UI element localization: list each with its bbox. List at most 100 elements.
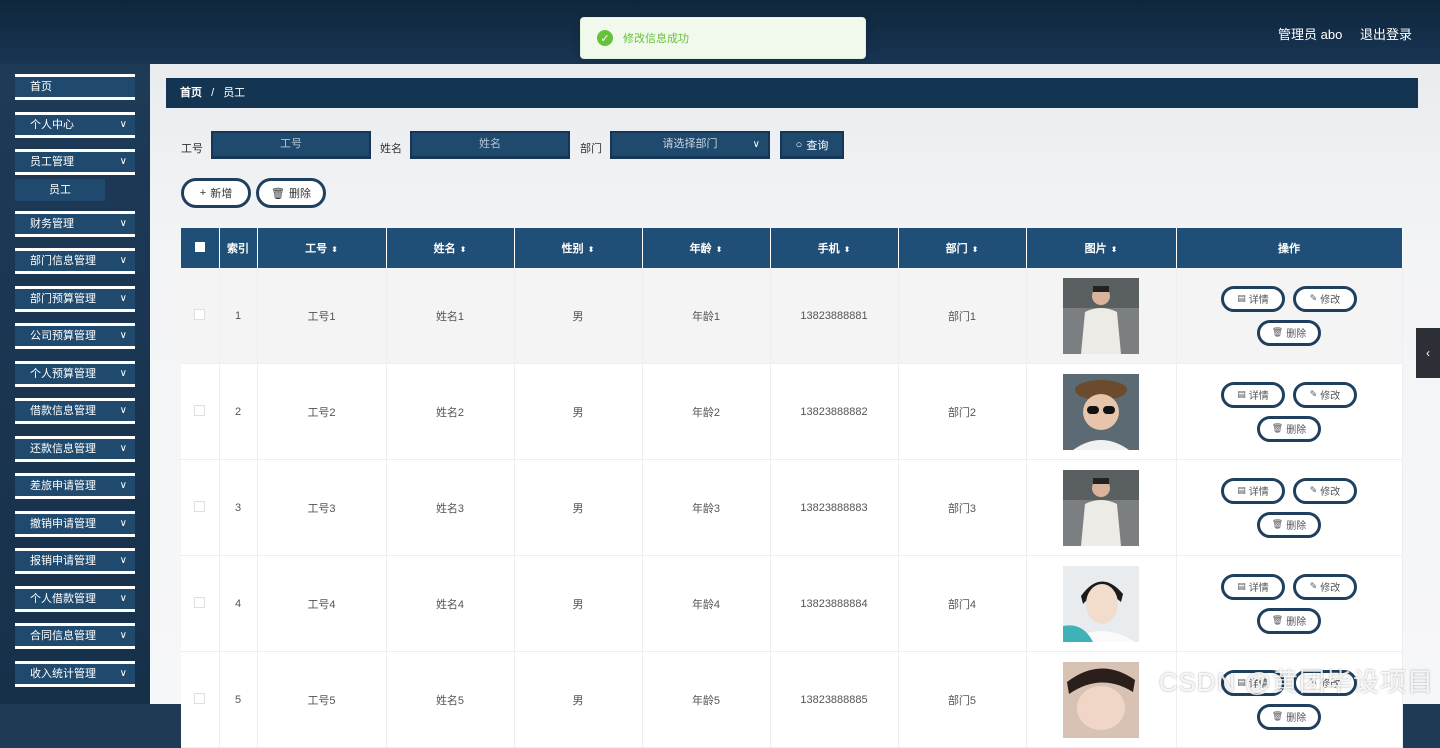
job-no-input[interactable] <box>211 131 371 159</box>
name-field[interactable] <box>412 133 568 156</box>
chevron-down-icon: ∨ <box>119 367 127 379</box>
sort-icon[interactable]: ⬍ <box>460 245 467 254</box>
edit-button[interactable]: ✎ 修改 <box>1293 285 1357 312</box>
row-select-cell[interactable] <box>181 555 220 652</box>
column-header[interactable]: 性别 ⬍ <box>514 228 643 268</box>
sidebar-subitem-employee[interactable]: 员工 <box>15 178 105 201</box>
sidebar-item[interactable]: 借款信息管理 ∨ <box>15 398 135 424</box>
chevron-left-icon: ‹ <box>1426 346 1430 360</box>
column-header[interactable]: 工号 ⬍ <box>257 228 387 268</box>
pencil-icon: ✎ <box>1309 581 1318 591</box>
delete-label: 删除 <box>1286 425 1307 436</box>
row-delete-button[interactable]: 🗑 删除 <box>1257 511 1321 538</box>
job-no-field[interactable] <box>213 133 369 156</box>
column-header[interactable]: 部门 ⬍ <box>898 228 1027 268</box>
collapse-handle[interactable]: ‹ <box>1416 328 1440 378</box>
name-input[interactable] <box>410 131 570 159</box>
cell-dept: 部门5 <box>898 651 1027 748</box>
cell-job-no: 工号2 <box>257 363 387 460</box>
detail-button[interactable]: ▤ 详情 <box>1221 285 1285 312</box>
row-delete-button[interactable]: 🗑 删除 <box>1257 703 1321 730</box>
cell-name: 姓名3 <box>386 459 515 556</box>
sort-icon[interactable]: ⬍ <box>331 245 338 254</box>
pencil-icon: ✎ <box>1309 293 1318 303</box>
detail-button[interactable]: ▤ 详情 <box>1221 477 1285 504</box>
row-checkbox[interactable] <box>194 596 206 608</box>
row-delete-button[interactable]: 🗑 删除 <box>1257 415 1321 442</box>
sidebar-item[interactable]: 部门信息管理 ∨ <box>15 248 135 274</box>
edit-button[interactable]: ✎ 修改 <box>1293 381 1357 408</box>
detail-label: 详情 <box>1248 295 1269 306</box>
chevron-down-icon: ∨ <box>119 630 127 641</box>
bulk-delete-button[interactable]: 🗑 删除 <box>256 178 326 208</box>
row-checkbox[interactable] <box>194 500 206 512</box>
row-checkbox[interactable] <box>194 692 206 704</box>
sidebar-item-label: 个人预算管理 <box>30 367 96 380</box>
sort-icon[interactable]: ⬍ <box>716 245 723 254</box>
table-row[interactable]: 4 工号4 姓名4 男年龄4 13823888884 部门4 ▤ 详情 ✎ 修改 🗑 删除 <box>181 555 1403 652</box>
table-row[interactable]: 3 工号3 姓名3 男年龄3 13823888883 部门3 ▤ 详情 ✎ 修改 🗑 删除 <box>181 459 1403 556</box>
select-all-checkbox[interactable] <box>194 241 205 252</box>
breadcrumb-home[interactable]: 首页 <box>180 87 202 99</box>
sidebar-item[interactable]: 差旅申请管理 ∨ <box>15 473 135 499</box>
edit-button[interactable]: ✎ 修改 <box>1293 477 1357 504</box>
pencil-icon: ✎ <box>1309 389 1318 399</box>
add-button[interactable]: + 新增 <box>181 178 251 208</box>
row-select-cell[interactable] <box>181 363 220 460</box>
sidebar-item[interactable]: 首页 <box>15 74 135 100</box>
sidebar-item[interactable]: 收入统计管理 ∨ <box>15 660 135 687</box>
sort-icon[interactable]: ⬍ <box>844 245 851 254</box>
cell-age: 年龄1 <box>642 268 771 364</box>
cell-index: 4 <box>219 555 258 652</box>
document-icon: ▤ <box>1237 293 1246 303</box>
sidebar-item[interactable]: 个人预算管理 ∨ <box>15 360 135 387</box>
dept-select[interactable]: 请选择部门 ∨ <box>610 131 770 159</box>
table-row[interactable]: 1 工号1 姓名1 男年龄1 13823888881 部门1 ▤ 详情 ✎ 修改 🗑 删除 <box>181 268 1403 364</box>
document-icon: ▤ <box>1237 485 1246 495</box>
row-select-cell[interactable] <box>181 459 220 556</box>
sidebar-item-label: 还款信息管理 <box>30 442 96 455</box>
sidebar-item[interactable]: 个人中心 ∨ <box>15 111 135 138</box>
column-header: 操作 <box>1176 228 1403 268</box>
detail-button[interactable]: ▤ 详情 <box>1221 381 1285 408</box>
row-checkbox[interactable] <box>194 404 206 416</box>
row-delete-button[interactable]: 🗑 删除 <box>1257 319 1321 346</box>
cell-job-no: 工号1 <box>257 268 387 364</box>
sidebar-item[interactable]: 撤销申请管理 ∨ <box>15 510 135 537</box>
row-checkbox[interactable] <box>194 308 206 320</box>
name-label: 姓名 <box>380 143 402 155</box>
sort-icon[interactable]: ⬍ <box>588 245 595 254</box>
chevron-down-icon: ∨ <box>752 139 760 150</box>
column-header[interactable]: 年龄 ⬍ <box>642 228 771 268</box>
row-select-cell[interactable] <box>181 651 220 748</box>
column-header[interactable]: 图片 ⬍ <box>1026 228 1177 268</box>
sidebar-item[interactable]: 报销申请管理 ∨ <box>15 548 135 574</box>
sidebar-item[interactable]: 公司预算管理 ∨ <box>15 323 135 349</box>
detail-button[interactable]: ▤ 详情 <box>1221 573 1285 600</box>
row-delete-button[interactable]: 🗑 删除 <box>1257 607 1321 634</box>
query-button[interactable]: ○ 查询 <box>780 131 844 159</box>
column-header-label: 部门 <box>945 243 968 255</box>
sidebar-item[interactable]: 员工管理 ∨ <box>15 149 135 175</box>
row-select-cell[interactable] <box>181 268 220 364</box>
table-row[interactable]: 2 工号2 姓名2 男年龄2 13823888882 部门2 ▤ 详情 ✎ 修改 🗑 删除 <box>181 363 1403 460</box>
cell-gender: 男 <box>514 555 643 652</box>
edit-button[interactable]: ✎ 修改 <box>1293 573 1357 600</box>
chevron-down-icon: ∨ <box>119 118 127 130</box>
sidebar-item[interactable]: 合同信息管理 ∨ <box>15 623 135 649</box>
sort-icon[interactable]: ⬍ <box>1111 245 1118 254</box>
sort-icon[interactable]: ⬍ <box>972 245 979 254</box>
column-header[interactable]: 手机 ⬍ <box>770 228 899 268</box>
sidebar-item[interactable]: 还款信息管理 ∨ <box>15 435 135 462</box>
cell-name: 姓名5 <box>386 651 515 748</box>
column-header[interactable]: 姓名 ⬍ <box>386 228 515 268</box>
select-all-header[interactable] <box>181 228 220 268</box>
sidebar-item[interactable]: 个人借款管理 ∨ <box>15 585 135 612</box>
cell-age: 年龄2 <box>642 363 771 460</box>
sidebar-item[interactable]: 部门预算管理 ∨ <box>15 285 135 312</box>
chevron-down-icon: ∨ <box>119 480 127 491</box>
sidebar-item[interactable]: 财务管理 ∨ <box>15 210 135 237</box>
column-header-label: 索引 <box>227 243 249 255</box>
logout-link[interactable]: 退出登录 <box>1360 27 1412 42</box>
cell-index: 2 <box>219 363 258 460</box>
